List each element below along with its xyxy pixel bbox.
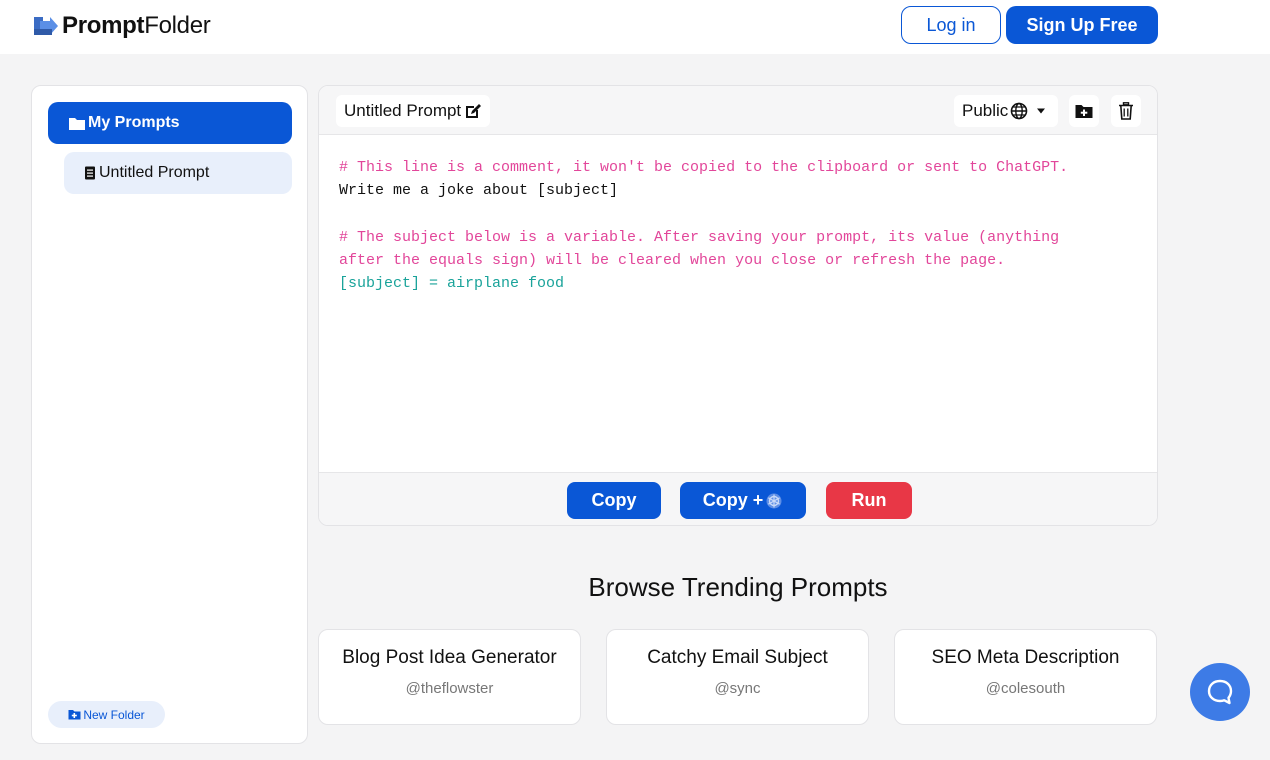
- logo-text-regular: Folder: [144, 12, 211, 39]
- sidebar-folder-my-prompts[interactable]: My Prompts: [48, 102, 292, 144]
- trending-card[interactable]: SEO Meta Description @colesouth: [894, 629, 1157, 725]
- globe-icon: [1011, 102, 1028, 120]
- trending-card-author[interactable]: @theflowster: [319, 680, 580, 697]
- trending-card-title: Catchy Email Subject: [647, 647, 828, 668]
- visibility-label: Public: [962, 101, 1009, 120]
- trending-card-author[interactable]: @sync: [607, 680, 868, 697]
- trending-title: Browse Trending Prompts: [588, 572, 888, 602]
- prompt-title-text: Untitled Prompt: [344, 101, 462, 120]
- editor-footer: Copy Copy + Run: [319, 472, 1157, 525]
- chat-launcher-button[interactable]: [1190, 663, 1250, 721]
- folder-plus-icon: [1075, 104, 1093, 118]
- logo-icon: [34, 17, 58, 35]
- trending-card[interactable]: Blog Post Idea Generator @theflowster: [318, 629, 581, 725]
- delete-button[interactable]: [1111, 95, 1141, 127]
- copy-button[interactable]: Copy: [567, 482, 661, 519]
- document-icon: [85, 166, 95, 180]
- editor-toolbar: Untitled Prompt Public: [319, 86, 1157, 135]
- top-header: PromptFolder Log in Sign Up Free: [0, 0, 1270, 54]
- trending-card-title: SEO Meta Description: [931, 647, 1120, 668]
- logo-text: PromptFolder: [62, 12, 211, 40]
- logo[interactable]: PromptFolder: [34, 12, 211, 40]
- prompt-title[interactable]: Untitled Prompt: [336, 95, 491, 127]
- sidebar-item-untitled-prompt[interactable]: Untitled Prompt: [64, 152, 292, 194]
- trash-icon: [1119, 102, 1133, 120]
- new-folder-label: New Folder: [83, 707, 145, 722]
- logo-text-bold: Prompt: [62, 12, 145, 39]
- signup-button[interactable]: Sign Up Free: [1006, 6, 1158, 44]
- copy-plus-chatgpt-button[interactable]: Copy +: [680, 482, 806, 519]
- code-line: after the equals sign) will be cleared w…: [339, 251, 1006, 269]
- sidebar-folder-label: My Prompts: [88, 114, 180, 131]
- sidebar-item-label: Untitled Prompt: [99, 164, 210, 181]
- chatgpt-icon: [766, 493, 782, 508]
- move-to-folder-button[interactable]: [1069, 95, 1099, 127]
- prompt-editor: Untitled Prompt Public # This line is a …: [318, 85, 1158, 526]
- code-line: # This line is a comment, it won't be co…: [339, 159, 1069, 176]
- trending-card[interactable]: Catchy Email Subject @sync: [606, 629, 869, 725]
- chat-bubble-icon: [1207, 679, 1233, 705]
- sidebar: My Prompts Untitled Prompt New Folder: [31, 85, 308, 744]
- copy-plus-label: Copy +: [702, 490, 764, 510]
- trending-card-title: Blog Post Idea Generator: [342, 647, 557, 668]
- prompt-text-area[interactable]: # This line is a comment, it won't be co…: [339, 156, 1139, 295]
- edit-icon[interactable]: [464, 102, 482, 120]
- folder-plus-icon: [68, 710, 81, 720]
- visibility-dropdown[interactable]: Public: [954, 95, 1058, 127]
- chevron-down-icon: [1037, 108, 1046, 114]
- code-line: Write me a joke about [subject]: [339, 182, 619, 200]
- code-line: [subject] = airplane food: [339, 275, 565, 293]
- folder-icon: [69, 117, 85, 130]
- new-folder-button[interactable]: New Folder: [48, 701, 165, 728]
- login-button[interactable]: Log in: [901, 6, 1001, 44]
- code-line: # The subject below is a variable. After…: [339, 228, 1060, 246]
- trending-card-author[interactable]: @colesouth: [895, 680, 1156, 697]
- run-button[interactable]: Run: [826, 482, 912, 519]
